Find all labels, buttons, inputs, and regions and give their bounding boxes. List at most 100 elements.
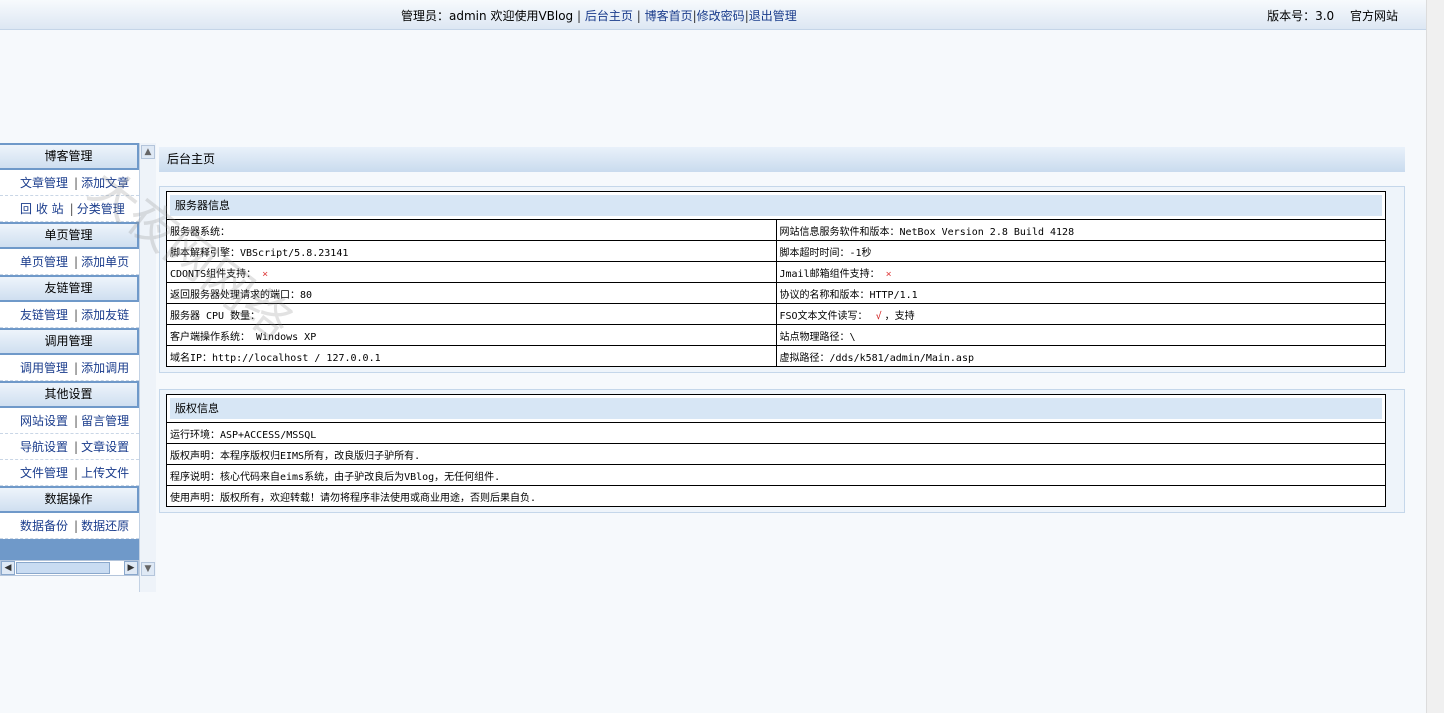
nav-data-backup[interactable]: 数据备份 bbox=[20, 519, 68, 533]
nav-category-manage[interactable]: 分类管理 bbox=[77, 202, 125, 216]
domain-ip: 域名IP：http://localhost / 127.0.0.1 bbox=[166, 345, 777, 367]
web-server-software: 网站信息服务软件和版本：NetBox Version 2.8 Build 412… bbox=[775, 219, 1386, 241]
nav-add-article[interactable]: 添加文章 bbox=[81, 176, 129, 190]
top-nav: 管理员：admin 欢迎使用VBlog | 后台主页 | 博客首页|修改密码|退… bbox=[401, 7, 797, 24]
nav-group-page[interactable]: 单页管理 bbox=[0, 222, 139, 249]
nav-site-settings[interactable]: 网站设置 bbox=[20, 414, 68, 428]
script-timeout: 脚本超时时间：-1秒 bbox=[775, 240, 1386, 262]
official-site-link[interactable]: 官方网站 bbox=[1350, 9, 1398, 23]
usage-statement: 使用声明：版权所有，欢迎转载！请勿将程序非法使用或商业用途，否则后果自负. bbox=[166, 485, 1386, 507]
version-label: 版本号：3.0 bbox=[1267, 9, 1335, 23]
nav-row: 网站设置 | 留言管理 bbox=[0, 408, 139, 434]
welcome-text: 欢迎使用VBlog bbox=[486, 9, 574, 23]
separator: | bbox=[636, 9, 641, 23]
page-title: 后台主页 bbox=[159, 147, 1405, 172]
nav-file-manage[interactable]: 文件管理 bbox=[20, 466, 68, 480]
nav-group-call[interactable]: 调用管理 bbox=[0, 328, 139, 355]
nav-row: 导航设置 | 文章设置 bbox=[0, 434, 139, 460]
separator: | bbox=[577, 9, 582, 23]
nav-data-restore[interactable]: 数据还原 bbox=[81, 519, 129, 533]
fso-support-text: ，支持 bbox=[884, 310, 915, 322]
separator: | bbox=[74, 308, 79, 322]
table-row: 版权声明：本程序版权归EIMS所有，改良版归子驴所有. bbox=[166, 443, 1386, 465]
nav-row: 数据备份 | 数据还原 bbox=[0, 513, 139, 539]
nav-group-blog[interactable]: 博客管理 bbox=[0, 143, 139, 170]
cpu-count: 服务器 CPU 数量： bbox=[166, 303, 777, 325]
separator: | bbox=[74, 255, 79, 269]
check-icon: √ bbox=[875, 310, 882, 322]
table-row: 脚本解释引擎：VBScript/5.8.23141 脚本超时时间：-1秒 bbox=[166, 240, 1386, 262]
table-row: 服务器 CPU 数量： FSO文本文件读写： √ ，支持 bbox=[166, 303, 1386, 325]
sidebar-footer bbox=[0, 539, 139, 560]
nav-group-other[interactable]: 其他设置 bbox=[0, 381, 139, 408]
nav-upload-file[interactable]: 上传文件 bbox=[81, 466, 129, 480]
nav-article-manage[interactable]: 文章管理 bbox=[20, 176, 68, 190]
nav-row: 单页管理 | 添加单页 bbox=[0, 249, 139, 275]
sidebar-vertical-scrollbar[interactable]: ▲ ▼ bbox=[139, 143, 156, 592]
fso-support: FSO文本文件读写： bbox=[779, 310, 868, 322]
copyright-header: 版权信息 bbox=[170, 398, 1382, 419]
protocol-version: 协议的名称和版本：HTTP/1.1 bbox=[775, 282, 1386, 304]
cdonts-support: CDONTS组件支持： bbox=[170, 268, 257, 280]
site-physical-path: 站点物理路径：\ bbox=[775, 324, 1386, 346]
cross-icon: × bbox=[262, 268, 269, 280]
nav-add-call[interactable]: 添加调用 bbox=[81, 361, 129, 375]
server-info-header: 服务器信息 bbox=[170, 195, 1382, 216]
nav-add-page[interactable]: 添加单页 bbox=[81, 255, 129, 269]
nav-row: 友链管理 | 添加友链 bbox=[0, 302, 139, 328]
nav-group-data[interactable]: 数据操作 bbox=[0, 486, 139, 513]
scroll-down-icon[interactable]: ▼ bbox=[141, 562, 155, 576]
table-row: 服务器系统： 网站信息服务软件和版本：NetBox Version 2.8 Bui… bbox=[166, 219, 1386, 241]
separator: | bbox=[74, 440, 79, 454]
blog-home-link[interactable]: 博客首页 bbox=[645, 9, 693, 23]
copyright-panel: 版权信息 运行环境：ASP+ACCESS/MSSQL 版权声明：本程序版权归EI… bbox=[159, 389, 1405, 513]
table-row: 使用声明：版权所有，欢迎转载！请勿将程序非法使用或商业用途，否则后果自负. bbox=[166, 485, 1386, 507]
scroll-up-icon[interactable]: ▲ bbox=[141, 145, 155, 159]
nav-row: 调用管理 | 添加调用 bbox=[0, 355, 139, 381]
nav-guestbook-manage[interactable]: 留言管理 bbox=[81, 414, 129, 428]
nav-row: 文章管理 | 添加文章 bbox=[0, 170, 139, 196]
client-os: 客户端操作系统： Windows XP bbox=[166, 324, 777, 346]
copyright-table: 版权信息 运行环境：ASP+ACCESS/MSSQL 版权声明：本程序版权归EI… bbox=[166, 394, 1386, 507]
separator: | bbox=[74, 176, 79, 190]
page-scrollbar[interactable] bbox=[1426, 0, 1444, 713]
sidebar-horizontal-scrollbar[interactable]: ◀ ▶ bbox=[0, 560, 139, 576]
nav-recycle-bin[interactable]: 回 收 站 bbox=[20, 202, 64, 216]
nav-navigation-settings[interactable]: 导航设置 bbox=[20, 440, 68, 454]
cross-icon: × bbox=[885, 268, 892, 280]
admin-prefix: 管理员： bbox=[401, 9, 450, 23]
script-engine: 脚本解释引擎：VBScript/5.8.23141 bbox=[166, 240, 777, 262]
separator: | bbox=[74, 361, 79, 375]
scroll-left-icon[interactable]: ◀ bbox=[1, 561, 15, 575]
nav-call-manage[interactable]: 调用管理 bbox=[20, 361, 68, 375]
server-info-table: 服务器信息 服务器系统： 网站信息服务软件和版本：NetBox Version 2… bbox=[166, 191, 1386, 367]
separator: | bbox=[74, 519, 79, 533]
program-description: 程序说明：核心代码来自eims系统，由子驴改良后为VBlog，无任何组件. bbox=[166, 464, 1386, 486]
table-row: CDONTS组件支持： × Jmail邮箱组件支持： × bbox=[166, 261, 1386, 283]
scroll-right-icon[interactable]: ▶ bbox=[124, 561, 138, 575]
jmail-support: Jmail邮箱组件支持： bbox=[779, 268, 880, 280]
virtual-path: 虚拟路径：/dds/k581/admin/Main.asp bbox=[775, 345, 1386, 367]
nav-article-settings[interactable]: 文章设置 bbox=[81, 440, 129, 454]
nav-group-links[interactable]: 友链管理 bbox=[0, 275, 139, 302]
nav-row: 回 收 站 | 分类管理 bbox=[0, 196, 139, 222]
server-os: 服务器系统： bbox=[166, 219, 777, 241]
nav-page-manage[interactable]: 单页管理 bbox=[20, 255, 68, 269]
nav-link-manage[interactable]: 友链管理 bbox=[20, 308, 68, 322]
admin-name: admin bbox=[449, 9, 487, 23]
nav-add-link[interactable]: 添加友链 bbox=[81, 308, 129, 322]
logout-link[interactable]: 退出管理 bbox=[749, 9, 797, 23]
separator: | bbox=[74, 466, 79, 480]
table-row: 客户端操作系统： Windows XP 站点物理路径：\ bbox=[166, 324, 1386, 346]
server-port: 返回服务器处理请求的端口：80 bbox=[166, 282, 777, 304]
nav-row: 文件管理 | 上传文件 bbox=[0, 460, 139, 486]
admin-home-link[interactable]: 后台主页 bbox=[585, 9, 633, 23]
scroll-thumb[interactable] bbox=[16, 562, 110, 574]
copyright-statement: 版权声明：本程序版权归EIMS所有，改良版归子驴所有. bbox=[166, 443, 1386, 465]
sidebar: 博客管理 文章管理 | 添加文章 回 收 站 | 分类管理 单页管理 单页管理 | 添加单页… bbox=[0, 143, 139, 576]
table-row: 程序说明：核心代码来自eims系统，由子驴改良后为VBlog，无任何组件. bbox=[166, 464, 1386, 486]
runtime-env: 运行环境：ASP+ACCESS/MSSQL bbox=[166, 422, 1386, 444]
top-header-bar: 管理员：admin 欢迎使用VBlog | 后台主页 | 博客首页|修改密码|退… bbox=[0, 0, 1426, 30]
change-password-link[interactable]: 修改密码 bbox=[697, 9, 745, 23]
table-row: 返回服务器处理请求的端口：80 协议的名称和版本：HTTP/1.1 bbox=[166, 282, 1386, 304]
